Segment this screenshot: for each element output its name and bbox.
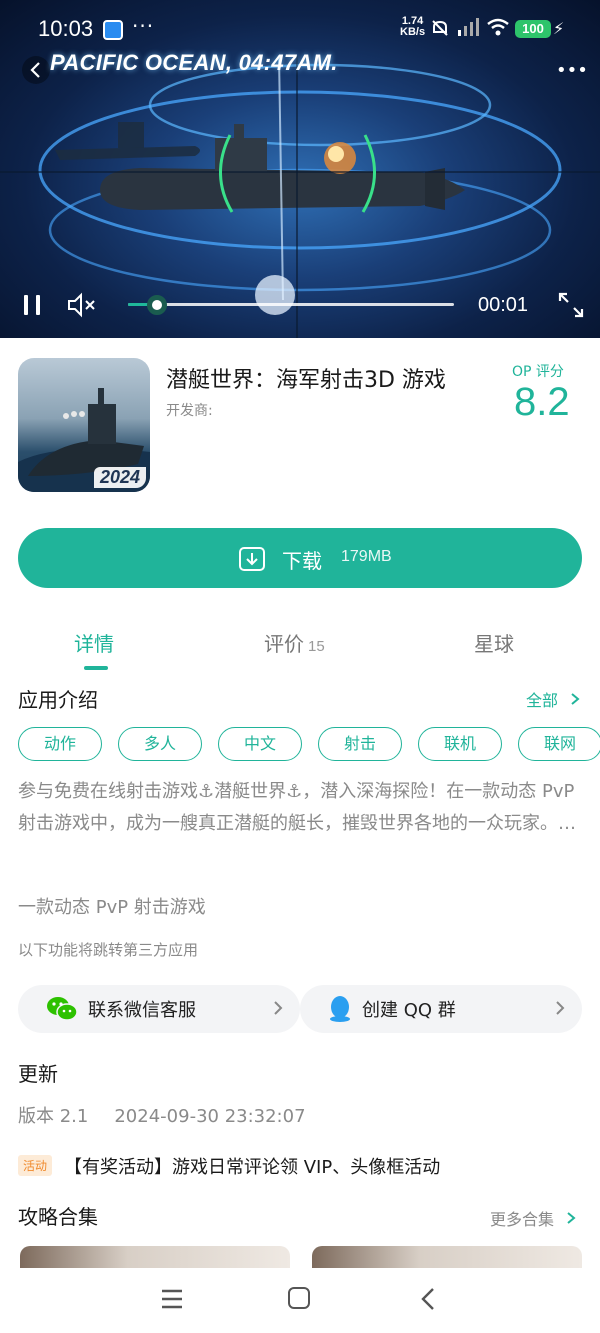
more-options-button[interactable]: ••• bbox=[556, 60, 588, 81]
wechat-service-label: 联系微信客服 bbox=[88, 1000, 196, 1021]
wifi-icon bbox=[487, 18, 509, 36]
video-progress-knob[interactable] bbox=[147, 295, 168, 315]
tab-reviews-count: 15 bbox=[308, 638, 325, 655]
status-bar: 10:03 ··· 1.74 KB/s 100 ⚡ bbox=[0, 0, 600, 56]
third-party-note: 以下功能将跳转第三方应用 bbox=[18, 941, 199, 959]
chevron-right-icon bbox=[274, 1001, 283, 1015]
chevron-left-icon bbox=[30, 62, 40, 78]
charging-bolt-icon: ⚡ bbox=[553, 19, 565, 38]
download-label: 下载 bbox=[282, 549, 322, 573]
battery-level: 100 bbox=[515, 20, 551, 38]
wechat-service-button[interactable]: 联系微信客服 bbox=[18, 985, 300, 1033]
wechat-icon bbox=[47, 997, 78, 1021]
tab-reviews[interactable]: 评价 15 bbox=[264, 628, 325, 657]
status-more-dots: ··· bbox=[132, 14, 155, 38]
download-button[interactable]: 下载 179MB bbox=[18, 528, 582, 588]
guide-card[interactable] bbox=[20, 1246, 290, 1268]
net-speed-unit: KB/s bbox=[400, 26, 426, 38]
chevron-right-icon bbox=[571, 693, 580, 705]
net-speed: 1.74 KB/s bbox=[400, 16, 425, 38]
home-icon[interactable] bbox=[288, 1287, 310, 1309]
tab-planet[interactable]: 星球 bbox=[474, 628, 514, 657]
app-title: 潜艇世界：海军射击3D 游戏 bbox=[166, 368, 446, 393]
tab-active-indicator bbox=[84, 666, 108, 670]
tab-details[interactable]: 详情 bbox=[74, 628, 114, 657]
update-title: 更新 bbox=[18, 1062, 58, 1086]
download-size: 179MB bbox=[341, 548, 392, 565]
tab-details-label: 详情 bbox=[74, 632, 114, 656]
create-qq-group-label: 创建 QQ 群 bbox=[362, 1000, 456, 1021]
tag-chip[interactable]: 动作 bbox=[18, 727, 102, 761]
bell-muted-icon bbox=[432, 20, 448, 36]
tag-list: 动作 多人 中文 射击 联机 联网 bbox=[18, 727, 600, 763]
guides-title: 攻略合集 bbox=[18, 1205, 98, 1229]
status-time: 10:03 bbox=[38, 16, 94, 41]
video-player[interactable]: 10:03 ··· 1.74 KB/s 100 ⚡ PACIFIC OCEAN,… bbox=[0, 0, 600, 338]
recent-apps-icon[interactable] bbox=[160, 1288, 184, 1310]
update-version: 版本 2.1 bbox=[18, 1106, 89, 1127]
app-badge-icon bbox=[103, 20, 123, 40]
system-nav-bar bbox=[0, 1268, 600, 1333]
pause-button[interactable] bbox=[20, 292, 44, 318]
mute-icon[interactable] bbox=[66, 292, 98, 318]
video-caption: PACIFIC OCEAN, 04:47AM. bbox=[50, 50, 338, 75]
more-collections-label: 更多合集 bbox=[490, 1210, 555, 1229]
tag-chip[interactable]: 联网 bbox=[518, 727, 600, 761]
video-controls: 00:01 bbox=[0, 284, 600, 328]
tab-bar: 详情 评价 15 星球 bbox=[0, 622, 600, 672]
qq-icon bbox=[330, 996, 350, 1022]
more-collections-link[interactable]: 更多合集 bbox=[490, 1206, 577, 1230]
create-qq-group-button[interactable]: 创建 QQ 群 bbox=[300, 985, 582, 1033]
tab-reviews-label: 评价 bbox=[264, 632, 304, 656]
score-value: 8.2 bbox=[514, 380, 570, 424]
see-all-label: 全部 bbox=[526, 691, 559, 710]
app-description[interactable]: 参与免费在线射击游戏⚓潜艇世界⚓，潜入深海探险！在一款动态 PvP 射击游戏中，… bbox=[18, 776, 588, 840]
fullscreen-icon[interactable] bbox=[556, 290, 586, 320]
activity-link[interactable]: 【有奖活动】游戏日常评论领 VIP、头像框活动 bbox=[64, 1153, 440, 1179]
download-icon bbox=[239, 547, 265, 571]
tag-chip[interactable]: 多人 bbox=[118, 727, 202, 761]
tag-chip[interactable]: 中文 bbox=[218, 727, 302, 761]
activity-badge: 活动 bbox=[18, 1155, 53, 1176]
update-meta: 版本 2.1 2024-09-30 23:32:07 bbox=[18, 1102, 306, 1128]
see-all-link[interactable]: 全部 bbox=[526, 687, 581, 711]
back-icon[interactable] bbox=[418, 1286, 438, 1312]
pause-icon-bar-left bbox=[24, 295, 28, 315]
chevron-right-icon bbox=[556, 1001, 565, 1015]
chevron-right-icon bbox=[567, 1212, 576, 1224]
video-current-time: 00:01 bbox=[478, 294, 529, 316]
score-label: OP 评分 bbox=[512, 364, 564, 380]
update-date: 2024-09-30 23:32:07 bbox=[114, 1106, 306, 1127]
developer-label: 开发商: bbox=[166, 403, 213, 419]
tag-chip[interactable]: 射击 bbox=[318, 727, 402, 761]
guide-card[interactable] bbox=[312, 1246, 582, 1268]
app-icon-year-badge: 2024 bbox=[93, 467, 146, 488]
app-tagline: 一款动态 PvP 射击游戏 bbox=[18, 897, 206, 918]
tag-chip[interactable]: 联机 bbox=[418, 727, 502, 761]
back-button[interactable] bbox=[22, 56, 50, 84]
app-icon: 2024 bbox=[18, 358, 150, 492]
signal-icon bbox=[458, 18, 479, 36]
tab-planet-label: 星球 bbox=[474, 632, 514, 656]
intro-title: 应用介绍 bbox=[18, 688, 98, 712]
pause-icon-bar-right bbox=[36, 295, 40, 315]
video-progress-bar[interactable] bbox=[128, 295, 454, 315]
